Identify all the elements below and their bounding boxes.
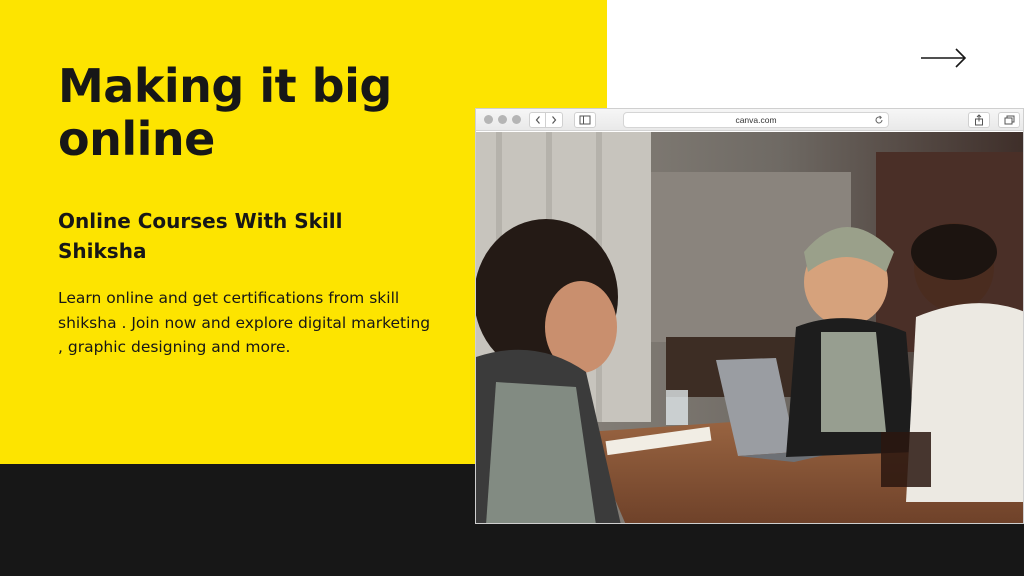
iced-drink: [881, 432, 931, 487]
back-button[interactable]: [529, 112, 546, 128]
browser-window: canva.com: [475, 108, 1024, 524]
forward-button[interactable]: [546, 112, 563, 128]
window-close-dot[interactable]: [484, 115, 493, 124]
arrow-right-icon[interactable]: [918, 46, 970, 70]
address-bar[interactable]: canva.com: [623, 112, 889, 128]
sidebar-button[interactable]: [574, 112, 596, 128]
sidebar-icon: [579, 115, 591, 125]
share-button[interactable]: [968, 112, 990, 128]
chevron-left-icon: [535, 116, 540, 124]
description: Learn online and get certifications from…: [58, 289, 431, 356]
hero-photo: [476, 132, 1023, 523]
address-text: canva.com: [735, 115, 777, 125]
chevron-right-icon: [552, 116, 557, 124]
tabs-icon: [1004, 115, 1014, 125]
window-minimize-dot[interactable]: [498, 115, 507, 124]
window-zoom-dot[interactable]: [512, 115, 521, 124]
subheading: Online Courses With Skill Shiksha: [58, 209, 343, 263]
tabs-button[interactable]: [998, 112, 1020, 128]
reload-icon[interactable]: [874, 115, 884, 125]
browser-toolbar: canva.com: [476, 109, 1023, 131]
headline: Making it big online: [58, 59, 392, 166]
share-icon: [975, 114, 983, 126]
